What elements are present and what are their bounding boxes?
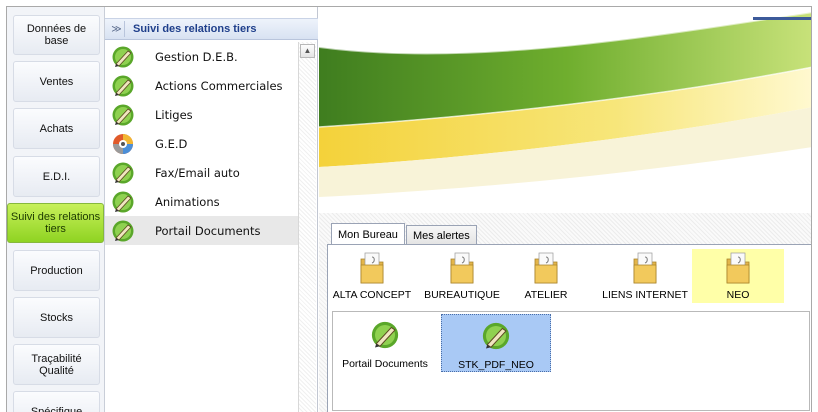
menu-item-actions-commerciales[interactable]: Actions Commerciales [105, 71, 298, 100]
folder-document-icon [633, 252, 657, 284]
menu-scrollbar[interactable]: ▲ [298, 42, 316, 412]
nav-button-specifique[interactable]: Spécifique [13, 391, 100, 412]
doc-label: STK_PDF_NEO [458, 359, 534, 371]
folder-document-icon [450, 252, 474, 284]
nav-button-tracabilite-qualite[interactable]: Traçabilité Qualité [13, 344, 100, 385]
folder-row: ALTA CONCEPT BUREAUTIQUE ATELIER LIENS I… [328, 249, 811, 305]
colorful-disc-icon [113, 133, 133, 154]
scroll-up-arrow-icon[interactable]: ▲ [300, 44, 315, 58]
nav-button-edi[interactable]: E.D.I. [13, 156, 100, 197]
pencil-check-icon [112, 46, 134, 67]
folder-label: LIENS INTERNET [602, 289, 688, 301]
doc-label: Portail Documents [342, 358, 428, 370]
pencil-check-icon [371, 321, 399, 349]
menu-header: ≫ Suivi des relations tiers [105, 18, 318, 40]
folder-liens-internet[interactable]: LIENS INTERNET [598, 249, 692, 303]
folder-document-icon [726, 252, 750, 284]
bureau-tabs: Mon Bureau Mes alertes [331, 221, 478, 246]
pencil-check-icon [112, 220, 134, 241]
module-nav: Données de base Ventes Achats E.D.I. Sui… [7, 7, 105, 412]
nav-button-suivi-relations-tiers[interactable]: Suivi des relations tiers [7, 203, 104, 243]
tab-mon-bureau[interactable]: Mon Bureau [331, 223, 405, 246]
nav-button-ventes[interactable]: Ventes [13, 61, 100, 102]
app-window: Données de base Ventes Achats E.D.I. Sui… [0, 0, 818, 412]
pencil-check-icon [482, 322, 510, 350]
doc-portail-documents[interactable]: Portail Documents [335, 314, 435, 372]
nav-button-stocks[interactable]: Stocks [13, 297, 100, 338]
folder-document-icon [534, 252, 558, 284]
nav-button-donnees-de-base[interactable]: Données de base [13, 15, 100, 55]
menu-item-litiges[interactable]: Litiges [105, 100, 298, 129]
function-menu: ≫ Suivi des relations tiers Gestion D.E.… [105, 7, 318, 412]
banner-swoosh-graphic [319, 7, 811, 213]
folder-document-icon [360, 252, 384, 284]
menu-item-label: Portail Documents [155, 223, 261, 238]
banner-accent-line [753, 17, 811, 20]
menu-item-fax-email-auto[interactable]: Fax/Email auto [105, 158, 298, 187]
pencil-check-icon [112, 191, 134, 212]
bureau-panel: Mon Bureau Mes alertes ALTA CONCEPT BURE… [319, 213, 811, 412]
pencil-check-icon [112, 75, 134, 96]
menu-item-label: Fax/Email auto [155, 165, 240, 180]
doc-stk-pdf-neo[interactable]: STK_PDF_NEO [441, 314, 551, 372]
folder-label: NEO [726, 289, 750, 301]
folder-label: ATELIER [524, 289, 568, 301]
folder-atelier[interactable]: ATELIER [518, 249, 574, 303]
menu-item-label: Actions Commerciales [155, 78, 283, 93]
tab-mes-alertes[interactable]: Mes alertes [405, 225, 477, 245]
document-area: Portail Documents STK_PDF_NEO [332, 311, 810, 411]
nav-button-achats[interactable]: Achats [13, 108, 100, 149]
menu-item-label: Animations [155, 194, 220, 209]
folder-label: BUREAUTIQUE [424, 289, 500, 301]
main-frame: Données de base Ventes Achats E.D.I. Sui… [6, 6, 812, 412]
menu-title: Suivi des relations tiers [133, 23, 257, 35]
nav-button-production[interactable]: Production [13, 250, 100, 291]
menu-item-gestion-deb[interactable]: Gestion D.E.B. [105, 42, 298, 71]
menu-item-label: Gestion D.E.B. [155, 49, 238, 64]
menu-item-ged[interactable]: G.E.D [105, 129, 298, 158]
menu-item-label: G.E.D [155, 136, 188, 151]
decorative-banner [319, 7, 811, 213]
tab-content: ALTA CONCEPT BUREAUTIQUE ATELIER LIENS I… [327, 244, 811, 412]
pencil-check-icon [112, 162, 134, 183]
menu-item-portail-documents[interactable]: Portail Documents [105, 216, 298, 245]
folder-alta-concept[interactable]: ALTA CONCEPT [330, 249, 414, 303]
pencil-check-icon [112, 104, 134, 125]
menu-item-animations[interactable]: Animations [105, 187, 298, 216]
collapse-chevron-icon[interactable]: ≫ [109, 21, 125, 37]
menu-list: Gestion D.E.B. Actions Commerciales Liti… [105, 42, 298, 245]
folder-label: ALTA CONCEPT [332, 289, 412, 301]
folder-bureautique[interactable]: BUREAUTIQUE [424, 249, 500, 303]
menu-item-label: Litiges [155, 107, 193, 122]
folder-neo[interactable]: NEO [692, 249, 784, 303]
